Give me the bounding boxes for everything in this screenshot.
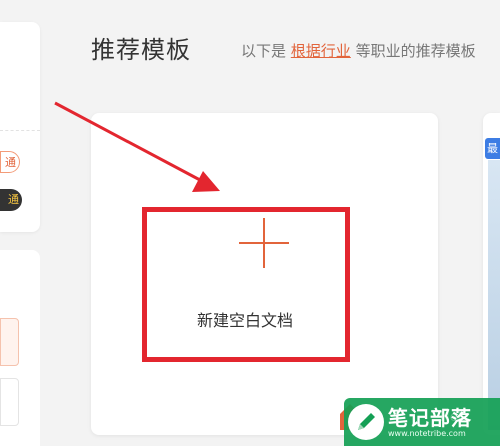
page-subtitle: 以下是 根据行业 等职业的推荐模板 xyxy=(241,40,476,61)
template-badge: 最 xyxy=(485,138,500,159)
pencil-logo-icon xyxy=(348,404,384,440)
industry-link[interactable]: 根据行业 xyxy=(291,42,351,60)
left-option[interactable] xyxy=(0,378,19,426)
highlight-box xyxy=(142,207,350,362)
subtitle-suffix: 等职业的推荐模板 xyxy=(355,42,476,60)
template-thumbnail xyxy=(488,160,500,430)
tag-pill-dark[interactable]: 通 xyxy=(0,189,22,211)
subtitle-prefix: 以下是 xyxy=(241,42,287,60)
watermark-url: www.notetribe.com xyxy=(388,429,466,438)
left-option-selected[interactable] xyxy=(0,318,19,366)
watermark-faint-text: Net xyxy=(440,410,463,425)
page-title: 推荐模板 xyxy=(91,36,191,64)
watermark: 笔记部落 www.notetribe.com xyxy=(344,398,500,446)
divider xyxy=(0,130,40,131)
